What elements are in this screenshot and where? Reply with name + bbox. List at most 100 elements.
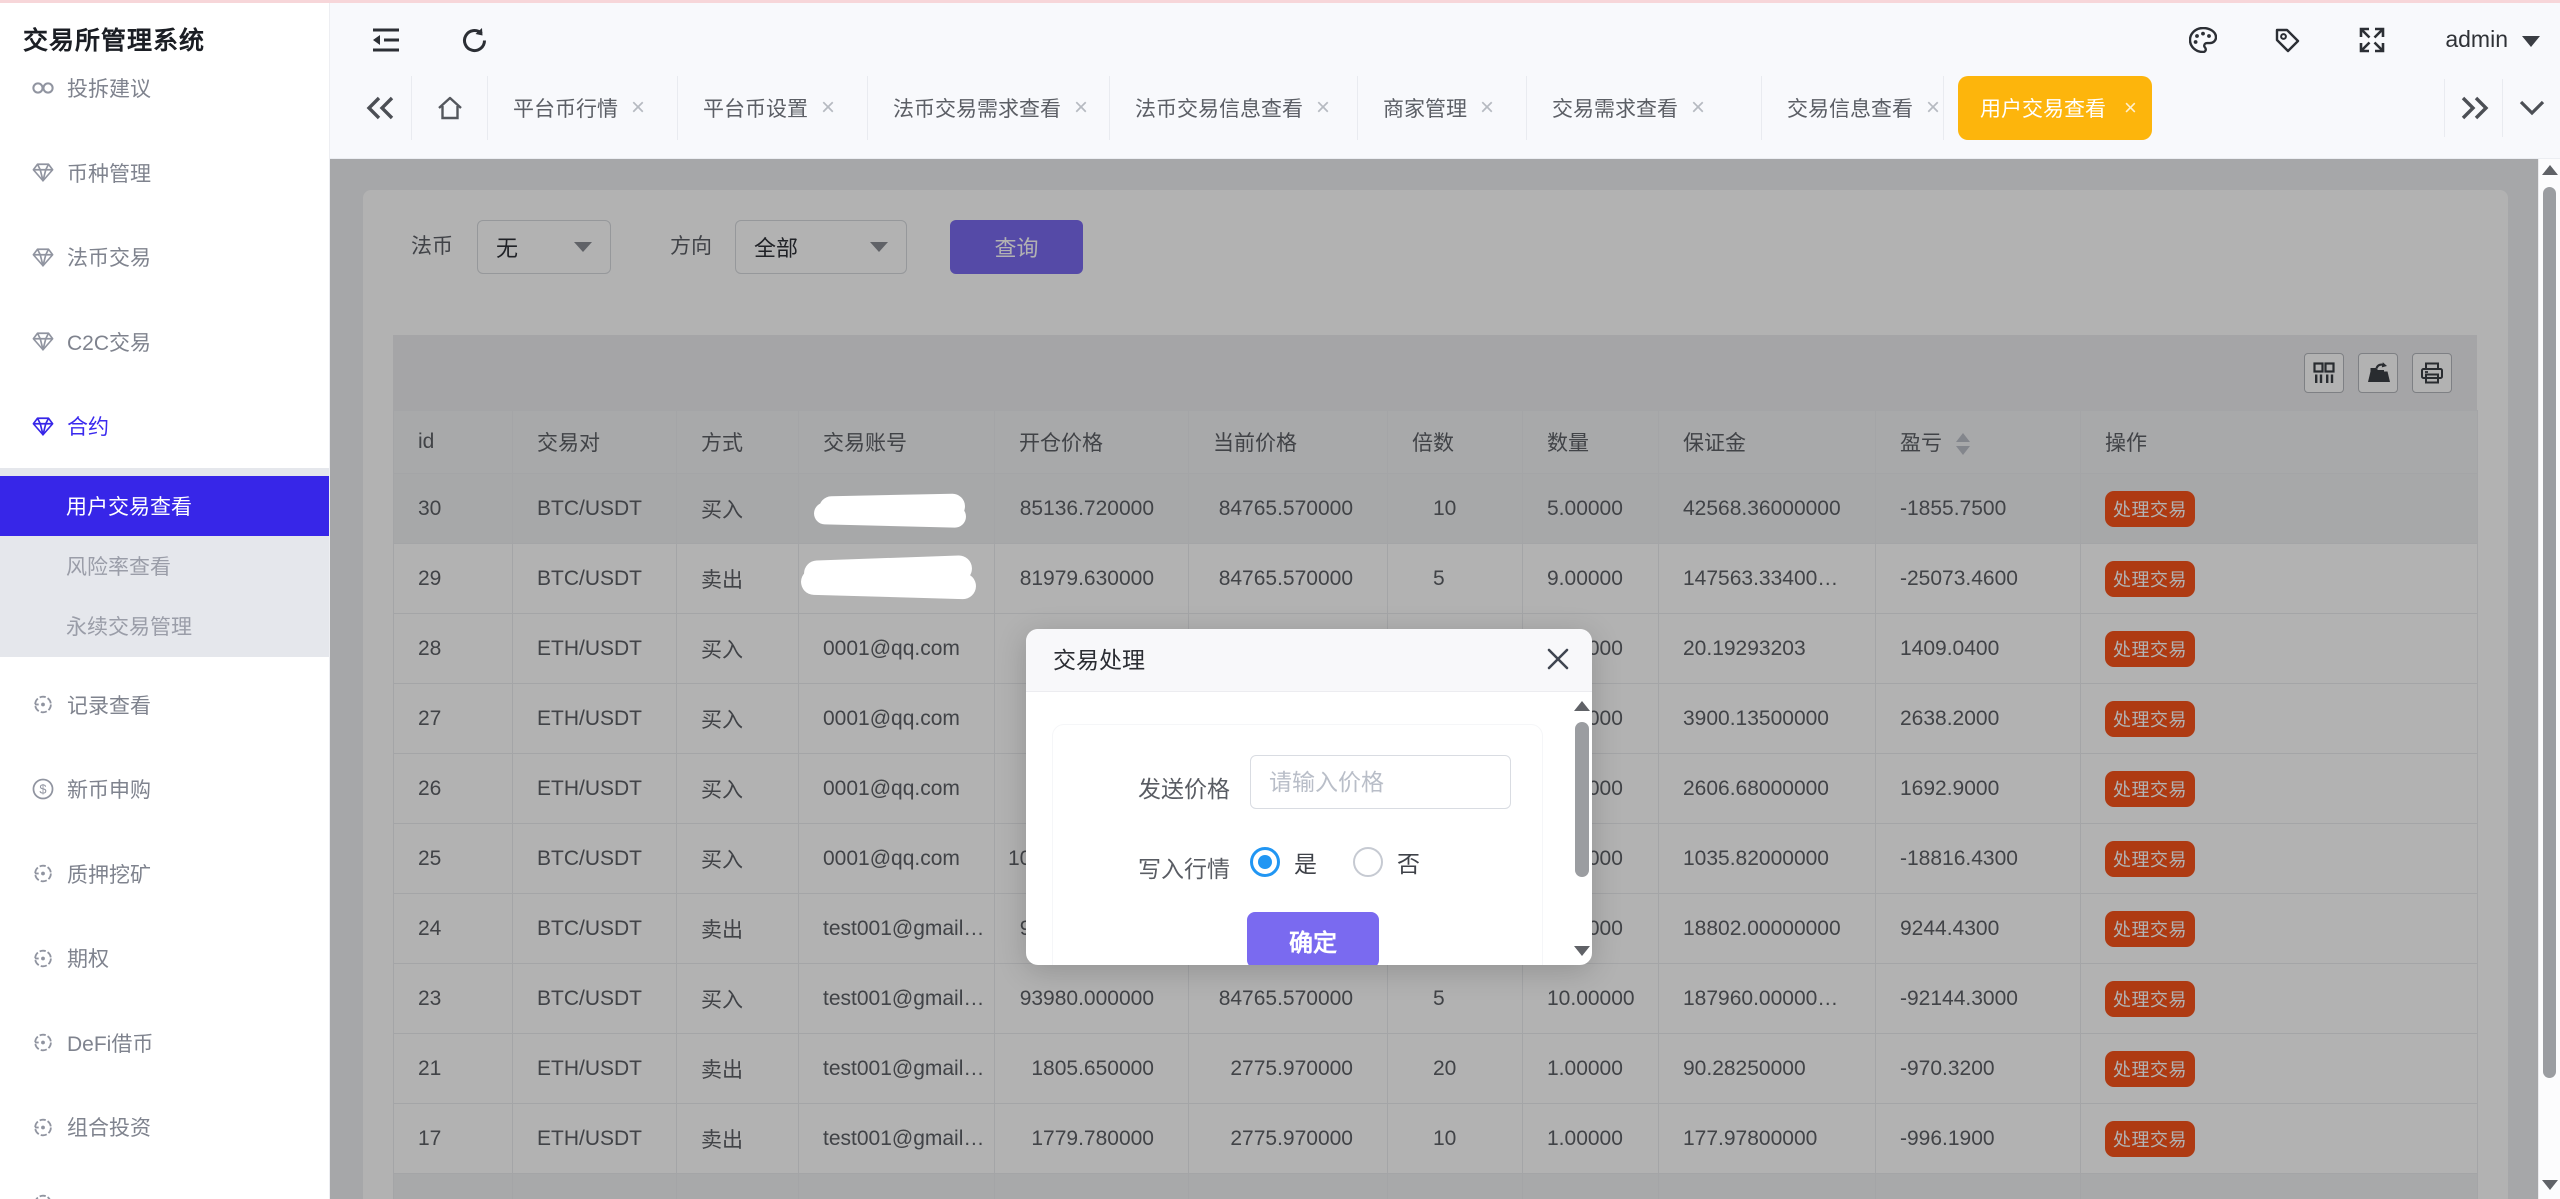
sidebar-item-label: 投拆建议 [67, 78, 151, 102]
scroll-up-icon[interactable] [1574, 701, 1590, 711]
modal-title: 交易处理 [1053, 647, 1145, 673]
price-input[interactable] [1250, 755, 1511, 809]
tab-平台币行情[interactable]: 平台币行情 × [488, 76, 678, 140]
sidebar-item-DeFi借币[interactable]: DeFi借币 [0, 1015, 329, 1072]
modal-scrollbar[interactable] [1574, 701, 1590, 961]
tab-close-icon[interactable]: × [631, 96, 645, 120]
tabs-scroll-left[interactable] [350, 76, 412, 140]
scroll-up-icon[interactable] [2542, 165, 2558, 175]
sidebar: 交易所管理系统 投拆建议币种管理法币交易 C2C交易合约用户交易查看 风险率查看 永续… [0, 0, 330, 1199]
main-scrollbar[interactable] [2538, 159, 2560, 1199]
app-title: 交易所管理系统 [23, 27, 206, 55]
topbar-left [372, 3, 487, 76]
sidebar-item-label: 期权 [67, 948, 109, 972]
screen: 交易所管理系统 投拆建议 币种管理 法币交易 C2C交易 合约 用户交易查看 风险率查看 永续… [0, 0, 2560, 1199]
modal: 交易处理 发送价格 写入行情 是 否 确定 [1026, 629, 1592, 965]
tabs-menu-button[interactable] [2503, 76, 2560, 140]
gem-icon [32, 246, 54, 268]
tab-close-icon[interactable]: × [2124, 97, 2137, 119]
scroll-down-icon[interactable] [1574, 946, 1590, 956]
tab-close-icon[interactable]: × [821, 96, 835, 120]
main-scrollbar-thumb[interactable] [2543, 187, 2556, 1078]
tab-close-icon[interactable]: × [1316, 96, 1330, 120]
tab-label: 平台币设置 [703, 98, 808, 121]
price-label: 发送价格 [1138, 776, 1230, 802]
sidebar-item-投拆建议[interactable]: 投拆建议 [0, 60, 329, 117]
tab-label: 用户交易查看 [1980, 98, 2106, 121]
confirm-button[interactable]: 确定 [1247, 912, 1379, 965]
radio-yes[interactable] [1250, 847, 1280, 877]
tabbar: 平台币行情 × 平台币设置 × 法币交易需求查看 × 法币交易信息查看 × 商家管理 × 交易需求查… [330, 76, 2560, 159]
tab-close-icon[interactable]: × [1926, 96, 1940, 120]
sidebar-item-记录查看[interactable]: 记录查看 [0, 677, 329, 734]
scroll-down-icon[interactable] [2542, 1180, 2558, 1190]
sidebar-item-C2C交易[interactable]: C2C交易 [0, 314, 329, 371]
main-area: admin 平台币行情 × 平台币设置 × 法币交易需求查看 × 法币交易信息查看 × 商家管理… [330, 0, 2560, 1199]
tab-label: 平台币行情 [513, 98, 618, 121]
modal-header: 交易处理 [1026, 629, 1592, 692]
gem-icon [32, 331, 54, 353]
tab-法币交易需求查看[interactable]: 法币交易需求查看 × [868, 76, 1110, 140]
tabs-scroll-right[interactable] [2445, 76, 2502, 140]
submenu-item-风险率查看[interactable]: 风险率查看 [0, 536, 329, 596]
sidebar-item-label: 法币交易 [67, 247, 151, 271]
cog-icon [32, 1032, 54, 1054]
modal-close-icon[interactable] [1544, 645, 1574, 675]
submenu-item-用户交易查看[interactable]: 用户交易查看 [0, 475, 329, 536]
home-tab[interactable] [412, 76, 488, 140]
tab-平台币设置[interactable]: 平台币设置 × [678, 76, 868, 140]
cog-icon [32, 863, 54, 885]
tab-close-icon[interactable]: × [1480, 96, 1494, 120]
user-menu[interactable]: admin [2445, 26, 2540, 53]
sidebar-item-期权[interactable]: 期权 [0, 930, 329, 987]
sidebar-item-法币交易[interactable]: 法币交易 [0, 229, 329, 286]
tab-label: 交易需求查看 [1552, 98, 1678, 121]
sidebar-item-label: 组合投资 [67, 1117, 151, 1141]
link-icon [32, 77, 54, 99]
tab-用户交易查看[interactable]: 用户交易查看 × [1944, 76, 2176, 140]
modal-scrollbar-thumb[interactable] [1575, 722, 1589, 877]
tab-交易信息查看[interactable]: 交易信息查看 × [1762, 76, 1944, 140]
sidebar-item-组合投资[interactable]: 组合投资 [0, 1099, 329, 1156]
coin-icon: $ [32, 778, 54, 800]
gem-icon [32, 162, 54, 184]
tab-交易需求查看[interactable]: 交易需求查看 × [1527, 76, 1762, 140]
sidebar-item-label: 质押挖矿 [67, 863, 151, 887]
tab-label: 交易信息查看 [1787, 98, 1913, 121]
sidebar-item-合约[interactable]: 合约 [0, 398, 329, 455]
active-tab-pill[interactable]: 用户交易查看 × [1958, 76, 2152, 140]
tabbar-right-controls [2444, 76, 2560, 140]
topbar: admin [330, 3, 2560, 76]
sidebar-item-质押挖矿[interactable]: 质押挖矿 [0, 846, 329, 903]
tab-label: 商家管理 [1383, 98, 1467, 121]
sidebar-item-label: DeFi借币 [67, 1032, 154, 1056]
refresh-icon[interactable] [461, 27, 487, 53]
topbar-right: admin [2189, 3, 2540, 76]
svg-text:$: $ [39, 782, 46, 797]
content: 法币 无 方向 全部 查询 id 交易对 方式 交易账号 开仓价格 当前价格 倍数 数量 保证金… [330, 159, 2538, 1199]
tab-法币交易信息查看[interactable]: 法币交易信息查看 × [1110, 76, 1358, 140]
tab-label: 法币交易信息查看 [1135, 98, 1303, 121]
menu-fold-icon[interactable] [372, 27, 399, 53]
cog-icon [32, 1193, 54, 1199]
submenu-item-永续交易管理[interactable]: 永续交易管理 [0, 596, 329, 656]
user-name: admin [2445, 26, 2508, 52]
cog-icon [32, 694, 54, 716]
tab-label: 法币交易需求查看 [893, 98, 1061, 121]
fullscreen-icon[interactable] [2359, 27, 2385, 53]
sidebar-item-币种管理[interactable]: 币种管理 [0, 145, 329, 202]
cog-icon [32, 1116, 54, 1138]
tab-商家管理[interactable]: 商家管理 × [1358, 76, 1527, 140]
radio-no-label: 否 [1397, 851, 1420, 877]
submenu: 用户交易查看 风险率查看 永续交易管理 [0, 467, 329, 657]
progress-bar [0, 0, 2560, 3]
cog-icon [32, 947, 54, 969]
sidebar-item[interactable] [0, 1176, 329, 1199]
gem-icon [32, 415, 54, 437]
radio-no[interactable] [1353, 847, 1383, 877]
sidebar-item-新币申购[interactable]: $ 新币申购 [0, 761, 329, 818]
tag-icon[interactable] [2274, 27, 2300, 53]
tab-close-icon[interactable]: × [1691, 96, 1705, 120]
palette-icon[interactable] [2189, 26, 2218, 53]
tab-close-icon[interactable]: × [1074, 96, 1088, 120]
